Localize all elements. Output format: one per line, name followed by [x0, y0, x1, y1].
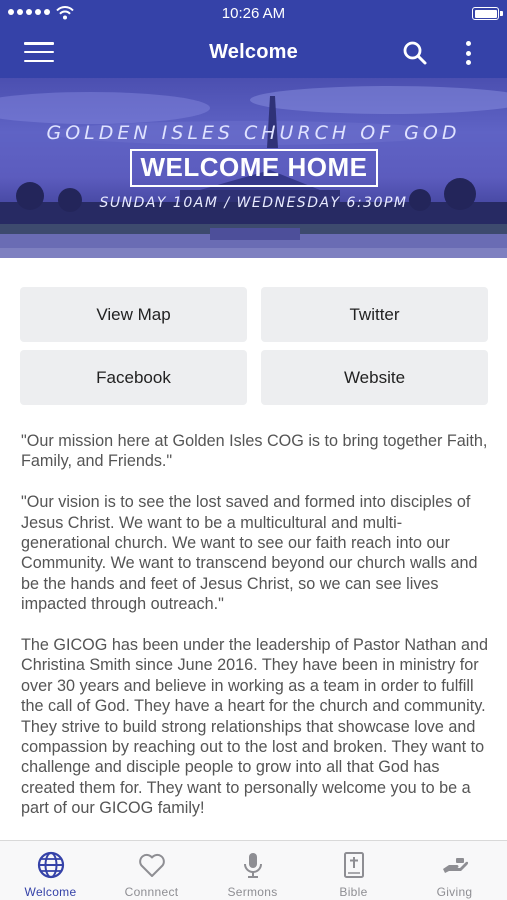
welcome-content[interactable]: "Our mission here at Golden Isles COG is…: [21, 431, 491, 840]
hero-banner: GOLDEN ISLES CHURCH OF GOD WELCOME HOME …: [0, 78, 507, 258]
hero-church-name: GOLDEN ISLES CHURCH OF GOD: [46, 122, 461, 144]
leadership-paragraph: The GICOG has been under the leadership …: [21, 636, 489, 818]
page-title: Welcome: [209, 41, 298, 63]
search-icon[interactable]: [402, 40, 428, 66]
tab-welcome[interactable]: Welcome: [0, 841, 101, 900]
website-button[interactable]: Website: [261, 350, 488, 405]
giving-hand-icon: [443, 858, 469, 873]
globe-icon: [37, 851, 65, 879]
heart-icon: [139, 853, 165, 877]
hero-service-times: SUNDAY 10AM / WEDNESDAY 6:30PM: [99, 195, 408, 211]
nav-bar: Welcome: [0, 28, 507, 78]
microphone-icon: [244, 853, 262, 878]
hero-headline: WELCOME HOME: [130, 149, 378, 187]
status-time: 10:26 AM: [221, 5, 286, 22]
status-bar: 10:26 AM: [0, 0, 507, 28]
facebook-button[interactable]: Facebook: [20, 350, 247, 405]
tab-bar: Welcome Connnect Sermons Bible Giving: [0, 840, 507, 900]
tab-bible-label: Bible: [339, 885, 368, 899]
more-options-icon[interactable]: [458, 39, 478, 67]
vision-paragraph: "Our vision is to see the lost saved and…: [21, 493, 478, 614]
twitter-button[interactable]: Twitter: [261, 287, 488, 342]
tab-giving-label: Giving: [436, 885, 473, 899]
battery-icon: [472, 7, 503, 20]
tab-sermons[interactable]: Sermons: [202, 841, 303, 900]
tab-connect-label: Connnect: [124, 885, 179, 899]
tab-welcome-label: Welcome: [24, 885, 77, 899]
bible-icon: [344, 852, 364, 878]
view-map-button[interactable]: View Map: [20, 287, 247, 342]
tab-giving[interactable]: Giving: [404, 841, 505, 900]
tab-connect[interactable]: Connnect: [101, 841, 202, 900]
mission-paragraph: "Our mission here at Golden Isles COG is…: [21, 432, 488, 471]
tab-bible[interactable]: Bible: [303, 841, 404, 900]
tab-sermons-label: Sermons: [227, 885, 278, 899]
